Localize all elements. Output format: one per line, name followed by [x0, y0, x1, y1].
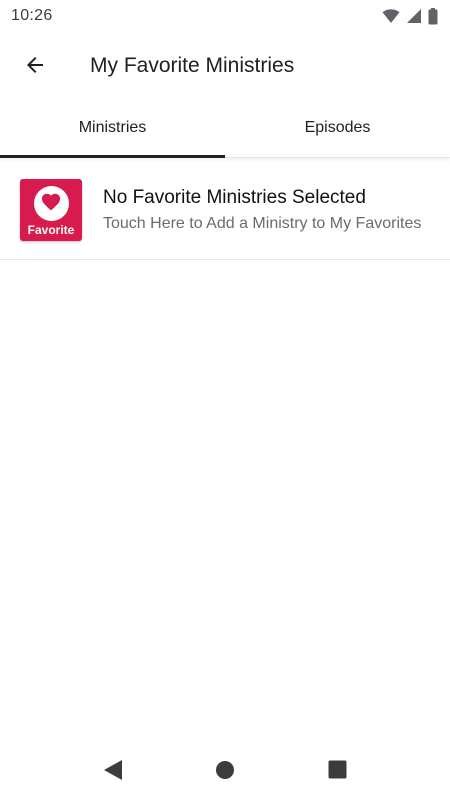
- heart-icon: [40, 191, 62, 216]
- battery-icon: [428, 7, 438, 25]
- page-title: My Favorite Ministries: [90, 54, 295, 77]
- tab-ministries[interactable]: Ministries: [0, 100, 225, 158]
- tab-label: Episodes: [304, 118, 371, 136]
- badge-circle: [33, 185, 69, 221]
- wifi-icon: [382, 8, 400, 24]
- favorite-badge: Favorite: [20, 178, 82, 241]
- status-time: 10:26: [11, 7, 53, 24]
- tab-episodes[interactable]: Episodes: [225, 100, 450, 157]
- signal-icon: [406, 8, 422, 24]
- status-icons: [382, 7, 438, 25]
- tab-label: Ministries: [78, 118, 147, 136]
- item-subtitle: Touch Here to Add a Ministry to My Favor…: [103, 214, 422, 232]
- item-text: No Favorite Ministries Selected Touch He…: [103, 187, 431, 233]
- home-circle-icon: [215, 760, 235, 783]
- nav-home-button[interactable]: [169, 742, 281, 800]
- system-nav-bar: [0, 742, 450, 800]
- back-button[interactable]: [7, 38, 63, 94]
- tab-bar: Ministries Episodes: [0, 100, 450, 158]
- app-bar: My Favorite Ministries: [0, 32, 450, 100]
- screen: 10:26 My Favorite Ministries Ministries …: [0, 0, 450, 800]
- status-bar: 10:26: [0, 0, 450, 32]
- recents-square-icon: [328, 760, 347, 782]
- back-triangle-icon: [103, 759, 123, 784]
- item-title: No Favorite Ministries Selected: [103, 186, 366, 208]
- nav-recents-button[interactable]: [281, 742, 393, 800]
- favorite-ministries-list: Favorite No Favorite Ministries Selected…: [0, 160, 450, 260]
- nav-back-button[interactable]: [57, 742, 169, 800]
- list-item-add-ministry[interactable]: Favorite No Favorite Ministries Selected…: [0, 160, 450, 260]
- arrow-left-icon: [23, 53, 47, 80]
- badge-label: Favorite: [27, 222, 75, 237]
